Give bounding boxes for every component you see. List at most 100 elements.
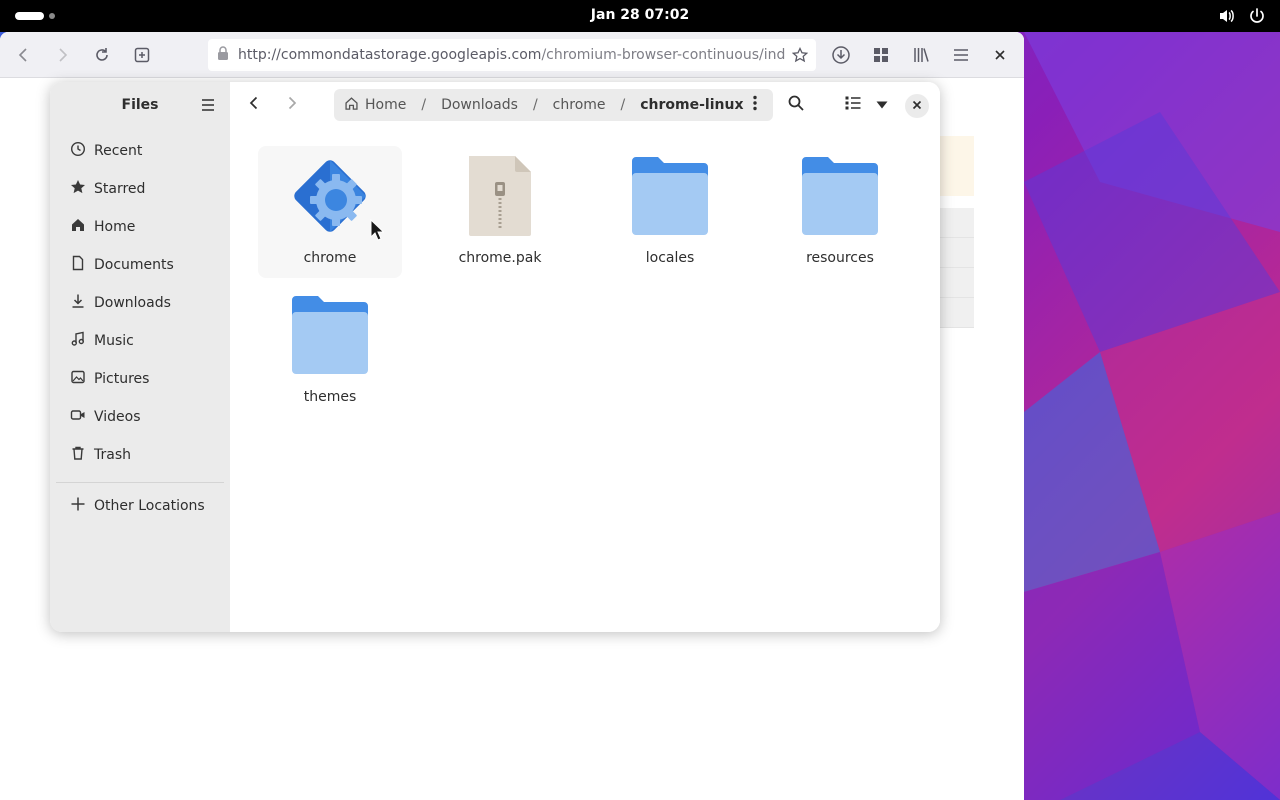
downloads-icon[interactable] bbox=[825, 39, 857, 71]
back-button[interactable] bbox=[240, 91, 268, 119]
sidebar-places: Recent Starred Home Documents Downloads … bbox=[50, 132, 230, 474]
back-arrow-icon[interactable] bbox=[8, 39, 40, 71]
mouse-pointer-icon bbox=[370, 218, 385, 245]
list-view-icon bbox=[845, 96, 861, 114]
files-window: Files Recent Starred Home Documents Down… bbox=[50, 82, 940, 632]
plus-icon bbox=[70, 496, 94, 516]
browser-close-icon[interactable] bbox=[984, 39, 1016, 71]
music-icon bbox=[70, 331, 94, 351]
crumb-separator: / bbox=[421, 97, 427, 113]
file-item[interactable]: resources bbox=[768, 146, 912, 278]
download-icon bbox=[70, 293, 94, 313]
sidebar-item-label: Starred bbox=[94, 181, 146, 197]
sidebar-item-label: Recent bbox=[94, 143, 143, 159]
sidebar-item-downloads[interactable]: Downloads bbox=[50, 284, 230, 322]
sidebar-item-videos[interactable]: Videos bbox=[50, 398, 230, 436]
files-main: Home / Downloads / chrome / chrome-linux bbox=[230, 82, 940, 632]
close-button[interactable] bbox=[905, 94, 929, 118]
crumb-downloads[interactable]: Downloads bbox=[441, 97, 518, 113]
view-toggle-button[interactable] bbox=[839, 91, 867, 119]
executable-icon bbox=[282, 146, 378, 246]
sidebar-item-label: Documents bbox=[94, 257, 174, 273]
close-icon bbox=[912, 98, 922, 114]
extensions-grid-icon[interactable] bbox=[865, 39, 897, 71]
sidebar: Files Recent Starred Home Documents Down… bbox=[50, 82, 230, 632]
menu-icon[interactable] bbox=[945, 39, 977, 71]
file-item[interactable]: chrome bbox=[258, 146, 402, 278]
sidebar-header: Files bbox=[50, 82, 230, 128]
sidebar-item-recent[interactable]: Recent bbox=[50, 132, 230, 170]
sidebar-item-label: Downloads bbox=[94, 295, 171, 311]
sidebar-item-starred[interactable]: Starred bbox=[50, 170, 230, 208]
search-button[interactable] bbox=[782, 91, 810, 119]
folder-icon bbox=[792, 146, 888, 246]
sidebar-item-trash[interactable]: Trash bbox=[50, 436, 230, 474]
sidebar-item-home[interactable]: Home bbox=[50, 208, 230, 246]
file-item[interactable]: themes bbox=[258, 285, 402, 417]
crumb-separator: / bbox=[620, 97, 626, 113]
crumb-chrome[interactable]: chrome bbox=[553, 97, 606, 113]
bookmark-star-icon[interactable] bbox=[791, 46, 809, 67]
back-arrow-icon bbox=[247, 96, 261, 114]
lock-icon bbox=[216, 45, 230, 65]
forward-arrow-icon[interactable] bbox=[46, 39, 78, 71]
clock[interactable]: Jan 28 07:02 bbox=[591, 7, 689, 23]
search-icon bbox=[788, 95, 804, 115]
sidebar-item-pictures[interactable]: Pictures bbox=[50, 360, 230, 398]
file-label: chrome bbox=[303, 250, 357, 266]
picture-icon bbox=[70, 369, 94, 389]
reload-icon[interactable] bbox=[86, 39, 118, 71]
sidebar-divider bbox=[56, 482, 224, 483]
url-host: http://commondatastorage.googleapis.com bbox=[238, 47, 542, 63]
forward-arrow-icon bbox=[285, 96, 299, 114]
hamburger-menu-icon[interactable] bbox=[200, 97, 216, 117]
path-bar: Home / Downloads / chrome / chrome-linux bbox=[334, 89, 773, 121]
video-icon bbox=[70, 407, 94, 427]
top-bar: Jan 28 07:02 bbox=[0, 0, 1280, 32]
sidebar-item-label: Trash bbox=[94, 447, 131, 463]
document-icon bbox=[70, 255, 94, 275]
browser-toolbar: http://commondatastorage.googleapis.com/… bbox=[0, 32, 1024, 78]
sidebar-item-music[interactable]: Music bbox=[50, 322, 230, 360]
trash-icon bbox=[70, 445, 94, 465]
folder-icon bbox=[622, 146, 718, 246]
sidebar-item-label: Videos bbox=[94, 409, 141, 425]
path-menu-button[interactable] bbox=[743, 93, 767, 117]
sidebar-item-label: Music bbox=[94, 333, 134, 349]
home-icon bbox=[70, 217, 94, 237]
forward-button[interactable] bbox=[278, 91, 306, 119]
recent-icon bbox=[70, 141, 94, 161]
crumb-label: Home bbox=[365, 97, 407, 113]
app-title: Files bbox=[121, 97, 159, 113]
file-grid: chrome chrome.pak locales resources them… bbox=[230, 128, 940, 632]
folder-icon bbox=[282, 285, 378, 385]
power-icon[interactable] bbox=[1248, 7, 1266, 25]
url-bar[interactable]: http://commondatastorage.googleapis.com/… bbox=[208, 39, 816, 71]
archive-icon bbox=[452, 146, 548, 246]
workspace-indicator[interactable] bbox=[49, 13, 55, 19]
home-icon bbox=[344, 96, 359, 115]
header-bar: Home / Downloads / chrome / chrome-linux bbox=[230, 82, 940, 128]
volume-icon[interactable] bbox=[1218, 7, 1236, 25]
view-options-button[interactable] bbox=[868, 91, 896, 119]
file-item[interactable]: chrome.pak bbox=[428, 146, 572, 278]
crumb-separator: / bbox=[532, 97, 538, 113]
url-path: /chromium-browser-continuous/index.ht bbox=[541, 47, 786, 63]
crumb-chrome-linux[interactable]: chrome-linux bbox=[640, 97, 743, 113]
crumb-home[interactable]: Home bbox=[344, 96, 406, 115]
sidebar-item-other-locations[interactable]: Other Locations bbox=[50, 487, 230, 525]
star-icon bbox=[70, 179, 94, 199]
chevron-down-icon bbox=[876, 97, 888, 113]
sidebar-item-label: Other Locations bbox=[94, 498, 205, 514]
sidebar-item-label: Pictures bbox=[94, 371, 150, 387]
sidebar-item-label: Home bbox=[94, 219, 136, 235]
file-label: chrome.pak bbox=[458, 250, 542, 266]
new-tab-icon[interactable] bbox=[126, 39, 158, 71]
file-label: locales bbox=[645, 250, 695, 266]
activities-button[interactable] bbox=[15, 12, 44, 20]
file-item[interactable]: locales bbox=[598, 146, 742, 278]
file-label: resources bbox=[806, 250, 874, 266]
sidebar-item-documents[interactable]: Documents bbox=[50, 246, 230, 284]
vertical-dots-icon bbox=[753, 95, 757, 115]
library-icon[interactable] bbox=[905, 39, 937, 71]
